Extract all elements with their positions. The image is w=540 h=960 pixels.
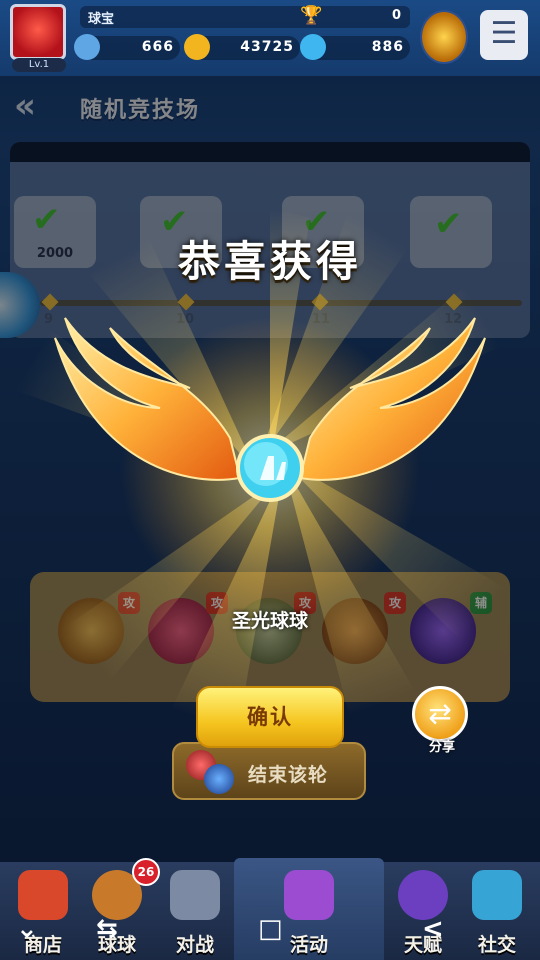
reward-title: 恭喜获得 — [177, 237, 362, 286]
confirm-button[interactable]: 确认 — [196, 686, 344, 748]
share-icon[interactable]: ⇄ — [412, 686, 468, 742]
reward-item-name: 圣光球球 — [231, 610, 308, 632]
system-down-icon[interactable]: ⌄ — [16, 914, 38, 944]
heart-icon — [472, 870, 522, 920]
ball-icon — [204, 764, 234, 794]
nav-item-social[interactable]: 社交 — [454, 864, 540, 960]
end-round-label: 结束该轮 — [248, 764, 329, 786]
gold-coin-icon — [184, 34, 210, 60]
swords-icon — [170, 870, 220, 920]
share-label: 分享 — [428, 740, 455, 755]
shop-icon — [18, 870, 68, 920]
menu-button[interactable]: ☰ — [480, 10, 528, 60]
system-home-icon[interactable]: □ — [258, 914, 283, 944]
system-back-icon[interactable]: < — [422, 914, 444, 944]
nav-item-battle[interactable]: 对战 — [152, 864, 238, 960]
currency-gold[interactable]: 43725 — [184, 34, 300, 60]
name-box — [80, 6, 410, 28]
rank-badge-icon[interactable] — [420, 10, 468, 64]
currency-silver[interactable]: 666 — [74, 34, 180, 60]
coin-plus-icon — [74, 34, 100, 60]
talent-icon — [398, 870, 448, 920]
gem-icon — [300, 34, 326, 60]
event-icon — [284, 870, 334, 920]
currency-gem[interactable]: 886 — [300, 34, 410, 60]
avatar[interactable] — [10, 4, 66, 60]
level-label: Lv.1 — [12, 58, 66, 72]
trophy-count: 0 — [392, 8, 402, 23]
nav-item-events[interactable]: 活动 — [266, 864, 352, 960]
system-recent-icon[interactable]: ⇆ — [96, 914, 118, 944]
player-name: 球宝 — [88, 12, 115, 27]
trophy-icon: 🏆 — [300, 5, 323, 26]
